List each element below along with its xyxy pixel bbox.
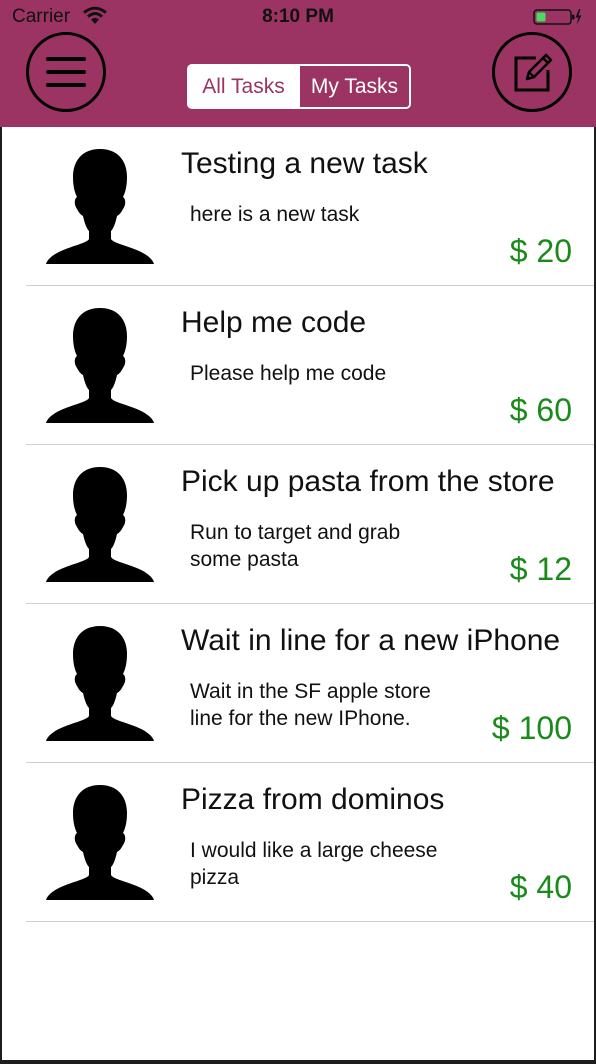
task-title: Pizza from dominos bbox=[181, 783, 445, 816]
nav-header: Carrier 8:10 PM All Tasks My Tasks bbox=[0, 0, 596, 127]
frame-edge-left bbox=[0, 127, 2, 1064]
task-price: $ 12 bbox=[509, 551, 572, 587]
task-title: Help me code bbox=[181, 306, 367, 339]
app-screen: Carrier 8:10 PM All Tasks My Tasks Testi… bbox=[0, 0, 596, 1064]
task-price: $ 60 bbox=[509, 392, 572, 428]
person-silhouette-icon bbox=[46, 308, 154, 423]
menu-button[interactable] bbox=[26, 32, 106, 112]
task-description: Run to target and grab some pasta bbox=[190, 521, 401, 571]
task-filter-segmented-control: All Tasks My Tasks bbox=[187, 64, 411, 109]
segment-all-tasks[interactable]: All Tasks bbox=[189, 66, 298, 107]
task-description: I would like a large cheese pizza bbox=[190, 839, 438, 889]
row-divider bbox=[26, 921, 596, 922]
hamburger-menu-icon bbox=[46, 57, 86, 87]
person-silhouette-icon bbox=[46, 467, 154, 582]
person-silhouette-icon bbox=[46, 149, 154, 264]
compose-button[interactable] bbox=[492, 32, 572, 112]
person-silhouette-icon bbox=[46, 626, 154, 741]
task-price: $ 40 bbox=[509, 869, 572, 905]
frame-edge-bottom bbox=[0, 1060, 596, 1064]
task-title: Pick up pasta from the store bbox=[181, 465, 555, 498]
task-description: Please help me code bbox=[190, 362, 387, 385]
task-row[interactable]: Pizza from dominos I would like a large … bbox=[0, 763, 596, 922]
task-price: $ 100 bbox=[491, 710, 572, 746]
segment-my-tasks[interactable]: My Tasks bbox=[298, 66, 409, 107]
task-description: here is a new task bbox=[190, 203, 360, 226]
status-bar: Carrier 8:10 PM bbox=[0, 0, 596, 34]
person-silhouette-icon bbox=[46, 785, 154, 900]
task-list: Testing a new task here is a new task $ … bbox=[0, 127, 596, 922]
status-time: 8:10 PM bbox=[262, 6, 334, 27]
task-title: Testing a new task bbox=[181, 147, 428, 180]
task-title: Wait in line for a new iPhone bbox=[181, 624, 561, 657]
compose-edit-icon bbox=[514, 53, 553, 92]
task-row[interactable]: Help me code Please help me code $ 60 bbox=[0, 286, 596, 445]
battery-charging-icon bbox=[533, 9, 582, 25]
task-description: Wait in the SF apple store line for the … bbox=[190, 680, 431, 730]
task-price: $ 20 bbox=[509, 233, 572, 269]
task-row[interactable]: Wait in line for a new iPhone Wait in th… bbox=[0, 604, 596, 763]
task-row[interactable]: Pick up pasta from the store Run to targ… bbox=[0, 445, 596, 604]
task-row[interactable]: Testing a new task here is a new task $ … bbox=[0, 127, 596, 286]
